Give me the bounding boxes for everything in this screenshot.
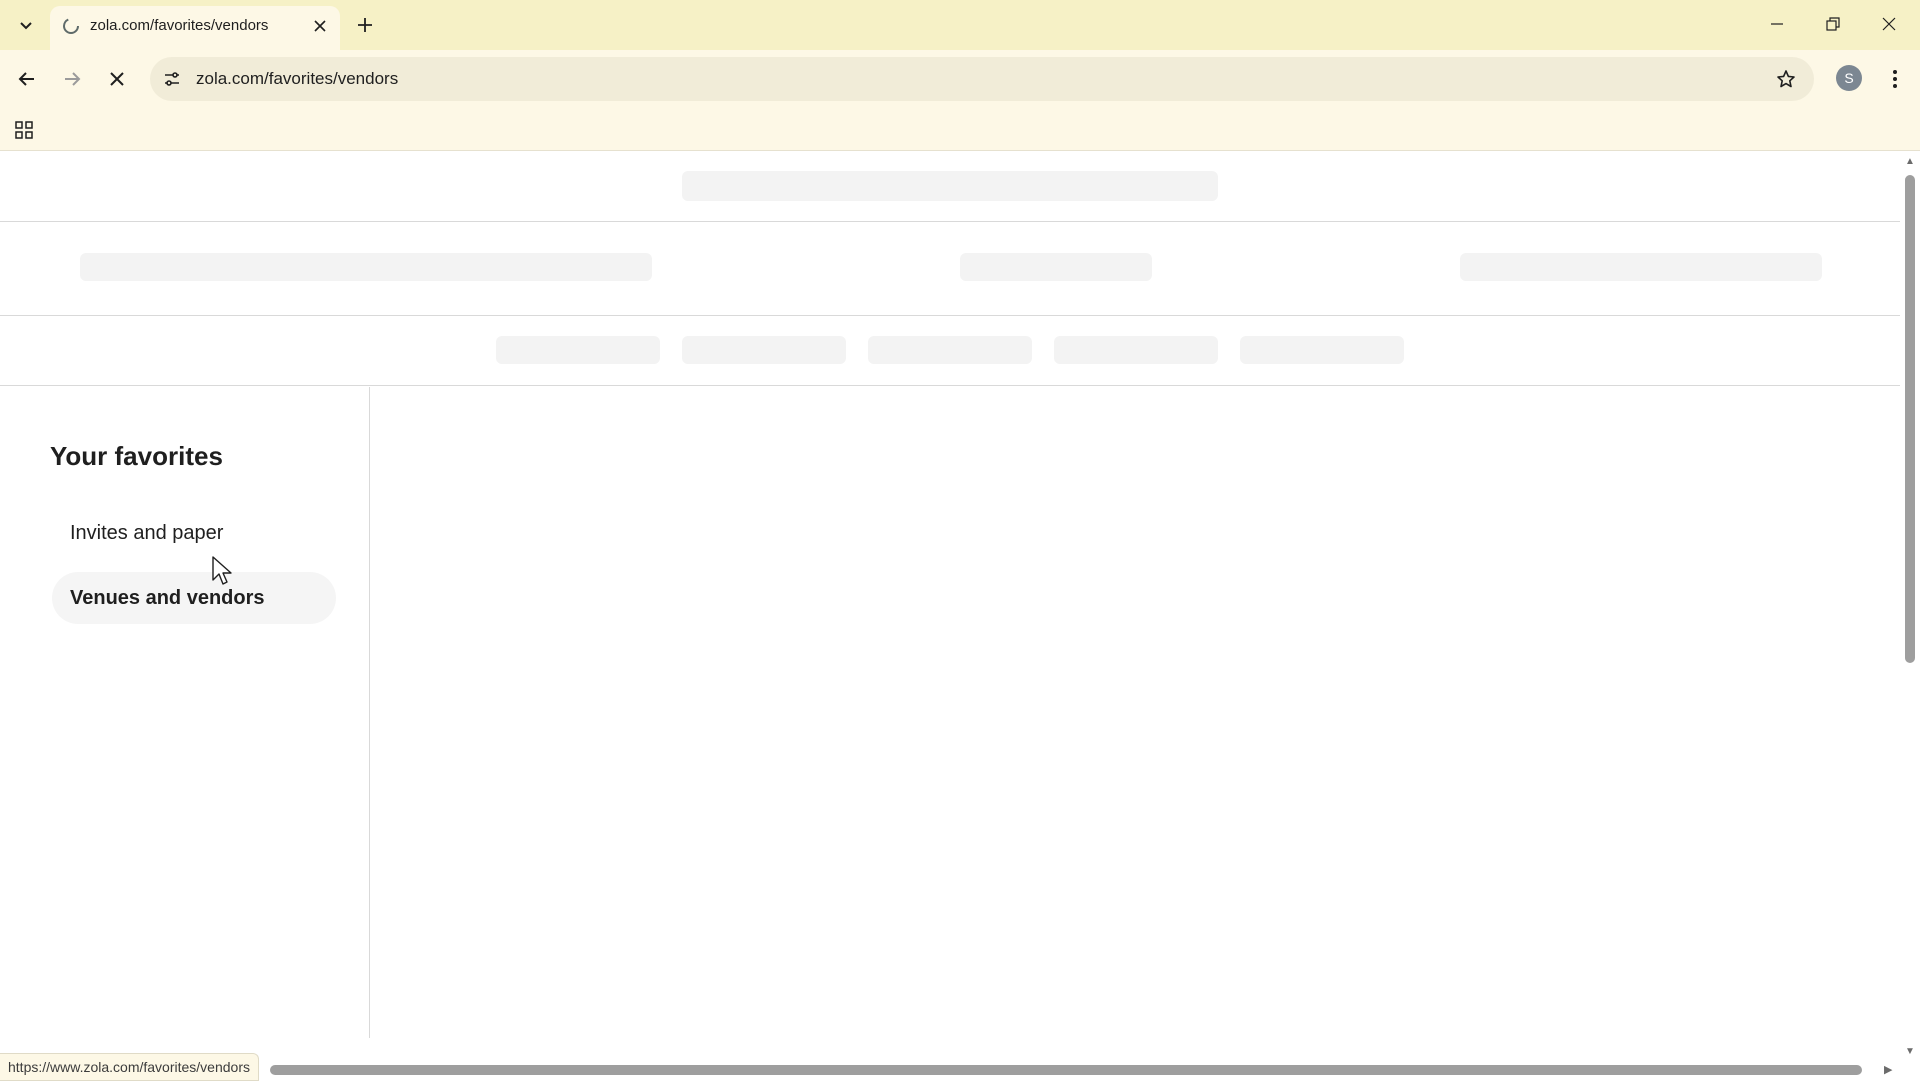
new-tab-button[interactable] xyxy=(350,10,380,40)
stop-loading-button[interactable] xyxy=(100,62,134,96)
bookmarks-bar xyxy=(0,108,1920,151)
sidebar-item-label: Invites and paper xyxy=(70,522,224,544)
star-icon xyxy=(1777,70,1795,88)
skeleton-menu-item xyxy=(1054,336,1218,364)
loading-spinner-icon xyxy=(63,18,79,34)
skeleton-nav-placeholder xyxy=(960,253,1152,281)
site-info-button[interactable] xyxy=(158,65,186,93)
scroll-down-arrow-icon[interactable]: ▼ xyxy=(1904,1045,1916,1057)
forward-button[interactable] xyxy=(55,62,89,96)
bookmark-button[interactable] xyxy=(1772,65,1800,93)
skeleton-menu-item xyxy=(682,336,846,364)
sidebar-item-label: Venues and vendors xyxy=(70,587,265,609)
vertical-scrollbar[interactable]: ▲ ▼ xyxy=(1900,151,1920,1057)
skeleton-search-placeholder xyxy=(80,253,652,281)
browser-toolbar: zola.com/favorites/vendors S xyxy=(0,50,1920,108)
plus-icon xyxy=(358,18,372,32)
vertical-scrollbar-thumb[interactable] xyxy=(1905,175,1915,663)
apps-grid-icon xyxy=(15,121,33,139)
horizontal-scrollbar[interactable]: ▶ xyxy=(0,1058,1900,1080)
close-icon xyxy=(314,20,326,32)
skeleton-menu-item xyxy=(496,336,660,364)
skeleton-menu-item xyxy=(1240,336,1404,364)
back-button[interactable] xyxy=(10,62,44,96)
close-icon xyxy=(1882,17,1896,31)
mouse-cursor-icon xyxy=(212,556,232,585)
skeleton-logo-placeholder xyxy=(682,171,1218,201)
skeleton-menu-item xyxy=(868,336,1032,364)
subheader-divider xyxy=(0,315,1900,316)
scroll-right-arrow-icon[interactable]: ▶ xyxy=(1884,1063,1892,1076)
address-bar[interactable]: zola.com/favorites/vendors xyxy=(150,57,1814,101)
arrow-right-icon xyxy=(65,72,81,86)
header-divider xyxy=(0,221,1900,222)
close-icon xyxy=(110,72,124,86)
page-content: Your favorites Invites and paper Venues … xyxy=(0,151,1900,1038)
sidebar-heading: Your favorites xyxy=(50,441,223,471)
browser-menu-button[interactable] xyxy=(1880,62,1910,96)
sidebar-item-invites-and-paper[interactable]: Invites and paper xyxy=(52,507,336,559)
menu-divider xyxy=(0,385,1900,386)
scroll-up-arrow-icon[interactable]: ▲ xyxy=(1904,155,1916,167)
horizontal-scrollbar-thumb[interactable] xyxy=(270,1065,1862,1075)
restore-icon xyxy=(1826,17,1840,31)
profile-avatar[interactable]: S xyxy=(1836,65,1862,91)
restore-button[interactable] xyxy=(1810,5,1856,43)
tab-title: zola.com/favorites/vendors xyxy=(90,17,269,34)
more-vertical-icon xyxy=(1893,70,1897,88)
tune-icon xyxy=(165,72,179,86)
tab-search-button[interactable] xyxy=(10,10,42,40)
status-url-bubble: https://www.zola.com/favorites/vendors xyxy=(0,1053,259,1081)
arrow-left-icon xyxy=(18,72,34,86)
apps-button[interactable] xyxy=(10,116,38,144)
chevron-down-icon xyxy=(20,22,32,30)
close-window-button[interactable] xyxy=(1866,5,1912,43)
tab-close-button[interactable] xyxy=(308,14,332,38)
sidebar-item-venues-and-vendors[interactable]: Venues and vendors xyxy=(52,572,336,624)
minimize-icon xyxy=(1771,23,1783,25)
url-text: zola.com/favorites/vendors xyxy=(196,69,399,88)
active-tab[interactable]: zola.com/favorites/vendors xyxy=(50,6,340,50)
favorites-content-area xyxy=(370,387,1900,1038)
minimize-button[interactable] xyxy=(1754,5,1800,43)
skeleton-account-placeholder xyxy=(1460,253,1822,281)
tab-strip: zola.com/favorites/vendors xyxy=(0,0,1920,50)
